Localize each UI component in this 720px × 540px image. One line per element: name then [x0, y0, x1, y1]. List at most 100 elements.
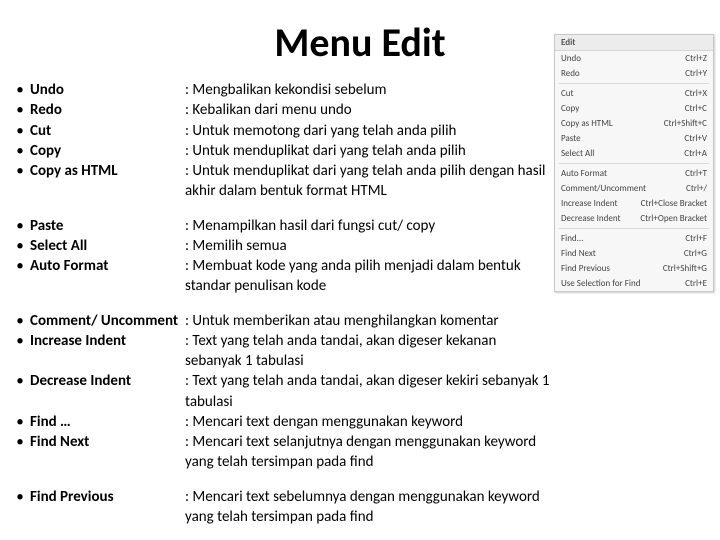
menu-item-label: Comment/Uncomment	[561, 183, 646, 194]
bullet-icon: •	[12, 216, 28, 236]
command-description: : Text yang telah anda tandai, akan dige…	[185, 331, 550, 372]
command-description: : Untuk memberikan atau menghilangkan ko…	[185, 311, 499, 331]
bullet-icon: •	[12, 331, 28, 351]
menu-tab: Edit	[555, 35, 713, 51]
menu-item: Auto Format Ctrl+T	[555, 166, 713, 181]
bullet-icon: •	[12, 412, 28, 432]
command-name: Paste	[28, 216, 185, 236]
list-item: •Auto Format: Membuat kode yang anda pil…	[12, 256, 550, 297]
menu-item: Increase Indent Ctrl+Close Bracket	[555, 196, 713, 211]
command-description: : Mengbalikan kekondisi sebelum	[185, 80, 387, 100]
menu-item-shortcut: Ctrl+Shift+C	[664, 118, 707, 129]
command-name: Undo	[28, 80, 185, 100]
menu-item: Use Selection for Find Ctrl+E	[555, 276, 713, 291]
command-description: : Mencari text sebelumnya dengan menggun…	[185, 487, 550, 528]
menu-item: Find Previous Ctrl+Shift+G	[555, 261, 713, 276]
command-description: : Text yang telah anda tandai, akan dige…	[185, 371, 550, 412]
menu-item: Paste Ctrl+V	[555, 131, 713, 146]
menu-item-shortcut: Ctrl+V	[684, 133, 707, 144]
bullet-icon: •	[12, 432, 28, 452]
command-description: : Membuat kode yang anda pilih menjadi d…	[185, 256, 550, 297]
list-item: •Copy: Untuk menduplikat dari yang telah…	[12, 141, 550, 161]
bullet-icon: •	[12, 236, 28, 256]
menu-item: Cut Ctrl+X	[555, 86, 713, 101]
command-name: Increase Indent	[28, 331, 185, 351]
command-name: Find Previous	[28, 487, 185, 507]
command-description: : Mencari text selanjutnya dengan menggu…	[185, 432, 550, 473]
menu-item-shortcut: Ctrl+X	[685, 88, 707, 99]
command-description: : Untuk memotong dari yang telah anda pi…	[185, 121, 456, 141]
list-item: •Find Previous: Mencari text sebelumnya …	[12, 487, 550, 528]
command-description: : Untuk menduplikat dari yang telah anda…	[185, 141, 466, 161]
command-description: : Untuk menduplikat dari yang telah anda…	[185, 161, 550, 202]
menu-item-shortcut: Ctrl+E	[685, 278, 707, 289]
menu-item-label: Copy	[561, 103, 579, 114]
bullet-icon: •	[12, 487, 28, 507]
menu-item: Comment/Uncomment Ctrl+/	[555, 181, 713, 196]
menu-item-shortcut: Ctrl+Open Bracket	[640, 213, 707, 224]
list-item: •Cut: Untuk memotong dari yang telah and…	[12, 121, 550, 141]
menu-item-shortcut: Ctrl+Z	[685, 53, 707, 64]
menu-item-shortcut: Ctrl+T	[685, 168, 707, 179]
command-name: Find Next	[28, 432, 185, 452]
menu-item: Decrease Indent Ctrl+Open Bracket	[555, 211, 713, 226]
command-description: : Kebalikan dari menu undo	[185, 100, 352, 120]
list-item: •Increase Indent: Text yang telah anda t…	[12, 331, 550, 372]
list-item: •Select All: Memilih semua	[12, 236, 550, 256]
command-description: : Menampilkan hasil dari fungsi cut/ cop…	[185, 216, 435, 236]
bullet-icon: •	[12, 161, 28, 181]
menu-item: CopyCtrl+C	[555, 101, 713, 116]
menu-item: Undo Ctrl+Z	[555, 51, 713, 66]
list-item: •Copy as HTML: Untuk menduplikat dari ya…	[12, 161, 550, 202]
bullet-icon: •	[12, 141, 28, 161]
list-item: •Find Next: Mencari text selanjutnya den…	[12, 432, 550, 473]
command-description: : Mencari text dengan menggunakan keywor…	[185, 412, 463, 432]
menu-item-shortcut: Ctrl+Shift+G	[663, 263, 707, 274]
menu-item-shortcut: Ctrl+A	[684, 148, 707, 159]
menu-item-shortcut: Ctrl+Y	[685, 68, 707, 79]
command-name: Auto Format	[28, 256, 185, 276]
list-item: •Comment/ Uncomment: Untuk memberikan at…	[12, 311, 550, 331]
command-name: Copy as HTML	[28, 161, 185, 181]
command-name: Select All	[28, 236, 185, 256]
command-name: Cut	[28, 121, 185, 141]
menu-item-label: Auto Format	[561, 168, 607, 179]
command-name: Comment/ Uncomment	[28, 311, 185, 331]
list-item: •Paste: Menampilkan hasil dari fungsi cu…	[12, 216, 550, 236]
menu-item-label: Undo	[561, 53, 581, 64]
menu-item-label: Redo	[561, 68, 580, 79]
menu-item-label: Select All	[561, 148, 594, 159]
edit-menu-screenshot: EditUndoCtrl+ZRedoCtrl+YCutCtrl+XCopyCtr…	[554, 34, 714, 292]
command-name: Find …	[28, 412, 185, 432]
menu-item: Select All Ctrl+A	[555, 146, 713, 161]
menu-item-label: Find Next	[561, 248, 596, 259]
bullet-icon: •	[12, 371, 28, 391]
list-item: •Undo: Mengbalikan kekondisi sebelum	[12, 80, 550, 100]
bullet-icon: •	[12, 100, 28, 120]
command-name: Redo	[28, 100, 185, 120]
menu-item: Redo Ctrl+Y	[555, 66, 713, 81]
menu-item: Copy as HTMLCtrl+Shift+C	[555, 116, 713, 131]
bullet-icon: •	[12, 311, 28, 331]
list-item: •Redo: Kebalikan dari menu undo	[12, 100, 550, 120]
list-item: •Find …: Mencari text dengan menggunakan…	[12, 412, 550, 432]
command-name: Copy	[28, 141, 185, 161]
menu-item-label: Cut	[561, 88, 574, 99]
menu-item-shortcut: Ctrl+/	[686, 183, 707, 194]
menu-item-label: Find Previous	[561, 263, 610, 274]
menu-item-label: Use Selection for Find	[561, 278, 640, 289]
definition-list: •Undo: Mengbalikan kekondisi sebelum•Red…	[12, 80, 550, 540]
menu-item-label: Find...	[561, 233, 583, 244]
menu-item: Find NextCtrl+G	[555, 246, 713, 261]
menu-item-label: Paste	[561, 133, 581, 144]
menu-item-label: Increase Indent	[561, 198, 618, 209]
list-item: •Decrease Indent: Text yang telah anda t…	[12, 371, 550, 412]
menu-item-label: Decrease Indent	[561, 213, 621, 224]
bullet-icon: •	[12, 80, 28, 100]
command-name: Decrease Indent	[28, 371, 185, 391]
menu-item-shortcut: Ctrl+Close Bracket	[641, 198, 707, 209]
bullet-icon: •	[12, 256, 28, 276]
command-description: : Memilih semua	[185, 236, 287, 256]
bullet-icon: •	[12, 121, 28, 141]
menu-item-shortcut: Ctrl+F	[685, 233, 707, 244]
